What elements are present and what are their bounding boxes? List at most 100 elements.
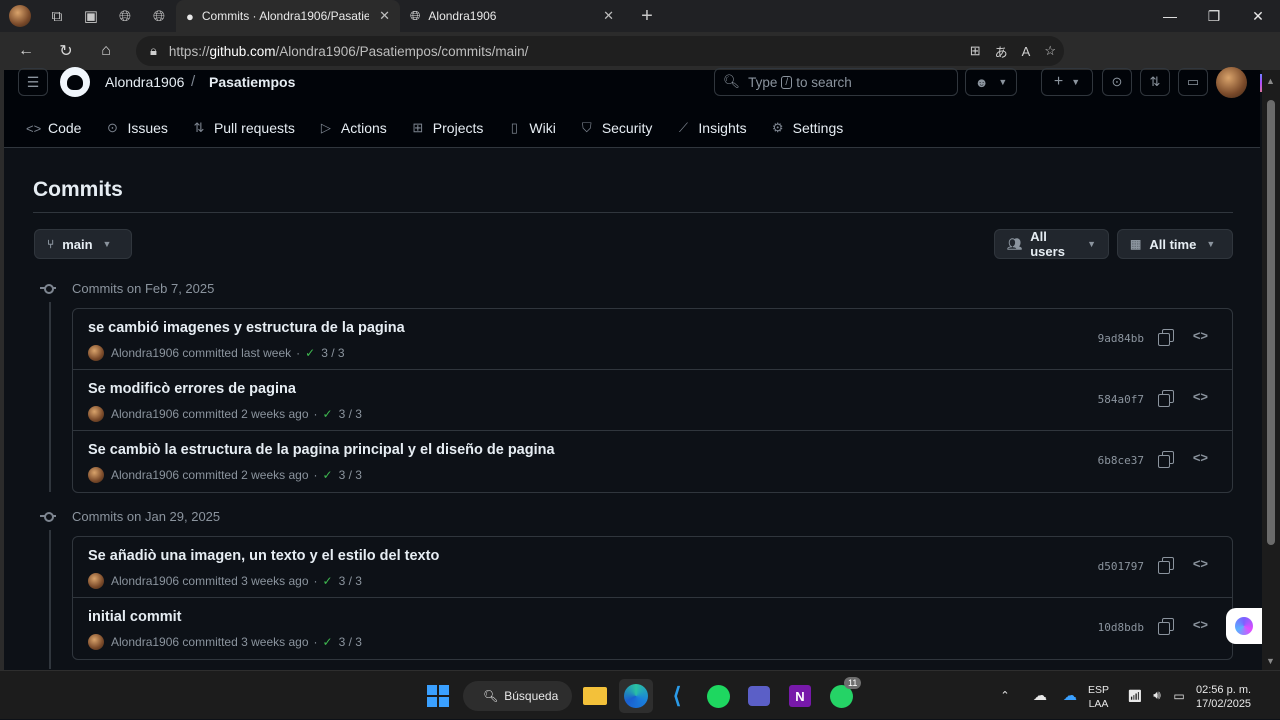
back-icon[interactable]: ←	[6, 32, 46, 70]
commit-author[interactable]: Alondra1906	[111, 574, 179, 588]
address-bar[interactable]: 🔒︎ https://github.com/Alondra1906/Pasati…	[136, 36, 1064, 66]
close-tab-icon[interactable]: ✕	[379, 8, 390, 24]
commit-sha[interactable]: 6b8ce37	[1098, 454, 1144, 467]
check-icon[interactable]: ✓	[323, 468, 333, 482]
tab-commits[interactable]: ● Commits · Alondra1906/Pasatiem ✕	[176, 0, 400, 32]
checks-count[interactable]: 3 / 3	[339, 635, 362, 649]
breadcrumb-owner[interactable]: Alondra1906	[105, 74, 184, 90]
whatsapp-app[interactable]: 11	[824, 677, 862, 713]
taskbar-search[interactable]: 🔍︎ Búsqueda	[463, 681, 572, 711]
tab-profile[interactable]: 🌐︎ Alondra1906 ✕	[400, 0, 624, 32]
branch-selector-button[interactable]: ⑂ main ▼	[34, 229, 132, 259]
chevron-up-icon[interactable]: ⌃	[995, 689, 1015, 702]
author-avatar[interactable]	[88, 467, 104, 483]
translate-icon[interactable]: あ	[995, 42, 1008, 61]
tab-security[interactable]: ⛉ Security	[580, 116, 652, 140]
users-filter-button[interactable]: 👥︎ All users ▼	[994, 229, 1109, 259]
checks-count[interactable]: 3 / 3	[339, 574, 362, 588]
scrollbar-thumb[interactable]	[1267, 100, 1275, 545]
tab-wiki[interactable]: ▯ Wiki	[507, 116, 556, 140]
commit-message[interactable]: se cambió imagenes y estructura de la pa…	[88, 320, 405, 336]
commit-author[interactable]: Alondra1906	[111, 407, 179, 421]
tab-projects[interactable]: ⊞ Projects	[411, 116, 483, 140]
refresh-icon[interactable]: ↻	[46, 32, 86, 70]
browse-code-icon[interactable]: <>	[1193, 556, 1208, 571]
new-tab-icon[interactable]: +	[630, 0, 664, 32]
profile-avatar[interactable]	[0, 0, 40, 32]
check-icon[interactable]: ✓	[323, 635, 333, 649]
author-avatar[interactable]	[88, 345, 104, 361]
commit-sha[interactable]: 584a0f7	[1098, 393, 1144, 406]
floating-assistant-button[interactable]	[1226, 608, 1262, 644]
commit-author[interactable]: Alondra1906	[111, 635, 179, 649]
maximize-icon[interactable]: ❐	[1192, 0, 1236, 32]
copy-icon[interactable]	[1158, 557, 1174, 574]
github-logo-icon[interactable]	[60, 67, 90, 97]
create-new-button[interactable]: + ▼	[1041, 68, 1093, 96]
onedrive-icon[interactable]: ☁	[1025, 687, 1055, 704]
spotify-app[interactable]	[701, 679, 735, 713]
page-scrollbar[interactable]: ▲ ▼	[1262, 70, 1280, 670]
search-input[interactable]: 🔍︎ Type / to search	[714, 68, 958, 96]
commit-message[interactable]: Se añadiò una imagen, un texto y el esti…	[88, 548, 439, 564]
home-icon[interactable]: ⌂	[86, 32, 126, 70]
copy-icon[interactable]	[1158, 618, 1174, 635]
minimize-icon[interactable]: —	[1148, 0, 1192, 32]
commit-author[interactable]: Alondra1906	[111, 346, 179, 360]
lock-icon[interactable]: 🔒︎	[150, 43, 157, 59]
browse-code-icon[interactable]: <>	[1193, 617, 1208, 632]
read-aloud-icon[interactable]: A	[1022, 44, 1031, 59]
tab-actions-icon[interactable]: ▣	[74, 0, 108, 32]
close-window-icon[interactable]: ✕	[1236, 0, 1280, 32]
scroll-up-icon[interactable]: ▲	[1266, 76, 1275, 86]
tab-settings[interactable]: ⚙ Settings	[771, 116, 843, 140]
copy-icon[interactable]	[1158, 329, 1174, 346]
globe-icon[interactable]: 🌐︎	[108, 0, 142, 32]
checks-count[interactable]: 3 / 3	[339, 407, 362, 421]
vscode-app[interactable]: ⟨	[660, 679, 694, 713]
input-language[interactable]: ESP LAA	[1088, 683, 1109, 711]
breadcrumb-repo[interactable]: Pasatiempos	[209, 74, 295, 90]
tab-issues[interactable]: ⊙ Issues	[105, 116, 168, 140]
copy-icon[interactable]	[1158, 451, 1174, 468]
file-explorer-app[interactable]	[578, 679, 612, 713]
teams-app[interactable]	[742, 679, 776, 713]
browse-code-icon[interactable]: <>	[1193, 328, 1208, 343]
onedrive-business-icon[interactable]: ☁	[1055, 687, 1085, 704]
pull-requests-button[interactable]: ⇅	[1140, 68, 1170, 96]
tab-pull-requests[interactable]: ⇅ Pull requests	[192, 116, 294, 140]
checks-count[interactable]: 3 / 3	[339, 468, 362, 482]
commit-sha[interactable]: 10d8bdb	[1098, 621, 1144, 634]
menu-icon[interactable]: ☰	[18, 68, 48, 96]
commit-message[interactable]: Se cambiò la estructura de la pagina pri…	[88, 442, 555, 458]
author-avatar[interactable]	[88, 406, 104, 422]
edge-app[interactable]	[619, 679, 653, 713]
check-icon[interactable]: ✓	[305, 346, 315, 360]
onenote-app[interactable]: N	[783, 679, 817, 713]
globe-icon[interactable]: 🌐︎	[142, 0, 176, 32]
clock[interactable]: 02:56 p. m. 17/02/2025	[1196, 683, 1251, 711]
commit-author[interactable]: Alondra1906	[111, 468, 179, 482]
commit-message[interactable]: initial commit	[88, 609, 181, 625]
copy-icon[interactable]	[1158, 390, 1174, 407]
tab-code[interactable]: <> Code	[26, 116, 81, 140]
workspaces-icon[interactable]: ⧉	[40, 0, 74, 32]
check-icon[interactable]: ✓	[323, 407, 333, 421]
commit-sha[interactable]: 9ad84bb	[1098, 332, 1144, 345]
split-screen-icon[interactable]: ⊞	[970, 43, 981, 59]
commit-message[interactable]: Se modificò errores de pagina	[88, 381, 296, 397]
tab-actions[interactable]: ▷ Actions	[319, 116, 387, 140]
author-avatar[interactable]	[88, 573, 104, 589]
user-avatar[interactable]	[1216, 67, 1247, 98]
inbox-button[interactable]: ▭	[1178, 68, 1208, 96]
commit-sha[interactable]: d501797	[1098, 560, 1144, 573]
browse-code-icon[interactable]: <>	[1193, 450, 1208, 465]
close-tab-icon[interactable]: ✕	[603, 8, 614, 24]
browse-code-icon[interactable]: <>	[1193, 389, 1208, 404]
scroll-down-icon[interactable]: ▼	[1266, 656, 1275, 666]
start-button[interactable]	[421, 679, 455, 713]
copilot-button[interactable]: ☻ ▼	[965, 68, 1017, 96]
issues-button[interactable]: ⊙	[1102, 68, 1132, 96]
favorite-star-icon[interactable]: ☆	[1044, 43, 1056, 59]
quick-settings[interactable]: 📶︎ 🔊︎ ▭	[1124, 671, 1190, 720]
